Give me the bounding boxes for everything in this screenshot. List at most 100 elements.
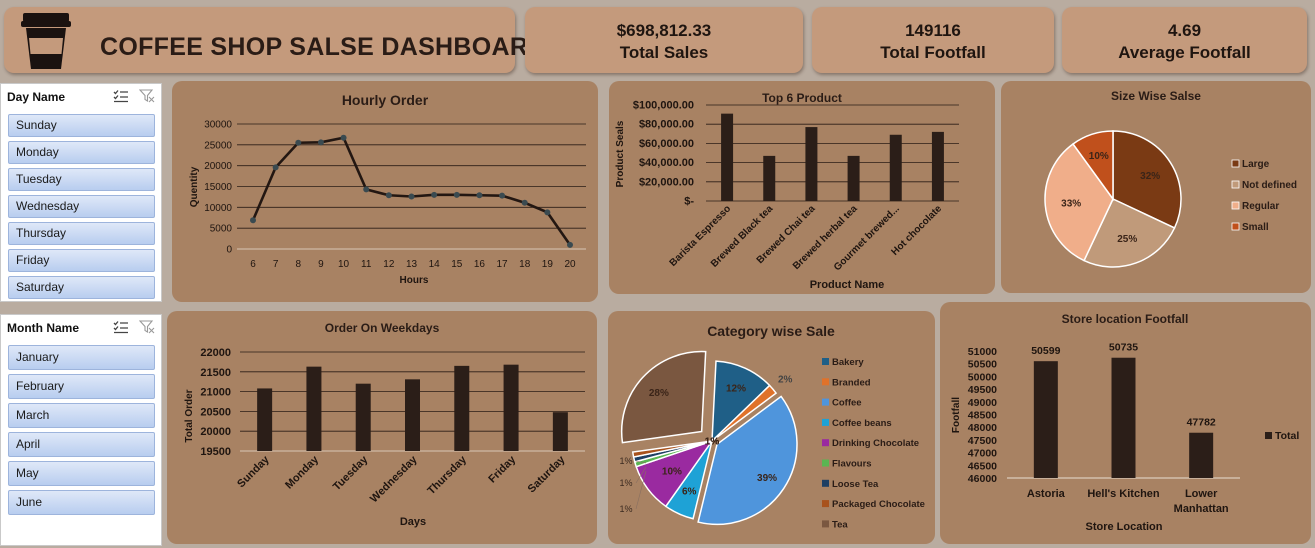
chart-title: Top 6 Product: [762, 91, 842, 105]
data-label: 6%: [682, 487, 697, 498]
legend-label: Not defined: [1242, 180, 1297, 191]
legend-label: Loose Tea: [832, 479, 879, 490]
x-tick-label: 17: [497, 259, 509, 270]
x-tick-label: 11: [361, 259, 372, 270]
multi-select-icon[interactable]: [113, 89, 129, 103]
bar: [355, 383, 371, 451]
y-tick-label: 46500: [968, 460, 997, 472]
x-tick-label: Hell's Kitchen: [1087, 488, 1160, 500]
clear-filter-icon[interactable]: [139, 320, 155, 334]
bar: [1111, 357, 1136, 478]
data-point: [272, 164, 279, 171]
x-tick-label: Saturday: [526, 453, 568, 495]
legend-swatch: [822, 398, 829, 406]
y-tick-label: 10000: [204, 203, 232, 214]
slicer-item-march[interactable]: March: [8, 403, 155, 428]
x-tick-label: 6: [250, 259, 256, 270]
hourly-order-panel: Hourly Order 0 5000 10000 15000 20000 25000 300…: [172, 81, 598, 302]
legend-swatch: [822, 459, 829, 467]
slicer-item-february[interactable]: February: [8, 374, 155, 399]
x-tick-label: 19: [542, 259, 554, 270]
x-tick-label: 18: [519, 259, 531, 270]
legend-label: Flavours: [832, 459, 872, 470]
legend-swatch: [822, 358, 829, 365]
y-tick-label: 46000: [968, 473, 997, 485]
clear-filter-icon[interactable]: [139, 89, 155, 103]
legend-swatch: [822, 520, 829, 528]
legend-swatch: [822, 439, 829, 447]
y-tick-label: 50000: [968, 371, 997, 383]
x-tick-label: Tuesday: [331, 453, 371, 493]
data-label: 25%: [1117, 234, 1137, 245]
x-tick-label: 16: [474, 259, 486, 270]
kpi-value: 149116: [905, 21, 961, 40]
y-tick-label: 49500: [968, 384, 997, 396]
legend-label: Total: [1275, 430, 1299, 442]
kpi-label: Average Footfall: [1118, 43, 1251, 62]
store-footfall-chart: Store location Footfall46000465004700047…: [951, 312, 1299, 533]
data-label: 28%: [649, 388, 669, 399]
slicer-item-may[interactable]: May: [8, 461, 155, 486]
data-label: 1%: [619, 504, 632, 514]
data-label: 1%: [619, 478, 632, 488]
bar: [405, 379, 420, 451]
bar: [1189, 432, 1214, 478]
y-axis-title: Footfall: [951, 397, 962, 433]
slicer-item-january[interactable]: January: [8, 345, 155, 370]
bar: [805, 127, 818, 201]
data-point: [363, 186, 370, 193]
slicer-item-thursday[interactable]: Thursday: [8, 222, 155, 245]
y-tick-label: 0: [226, 245, 232, 256]
multi-select-icon[interactable]: [113, 320, 129, 334]
slicer-item-wednesday[interactable]: Wednesday: [8, 195, 155, 218]
legend-swatch: [822, 500, 829, 508]
x-tick-label: 13: [406, 259, 418, 270]
bar: [257, 388, 273, 451]
legend-label: Bakery: [832, 357, 864, 368]
data-point: [340, 134, 347, 141]
top-product-panel: Top 6 Product $- $20,000.00 $40,000.00 $60,0…: [609, 81, 995, 294]
x-tick-label: Manhattan: [1174, 503, 1229, 515]
coffee-cup-icon: [21, 13, 71, 69]
month-name-slicer[interactable]: Month Name January February March April …: [0, 314, 162, 546]
y-tick-label: 21000: [200, 387, 231, 399]
data-point: [544, 209, 551, 216]
weekdays-chart: Order On Weekdays 19500 20000 20500 21000 215…: [184, 321, 585, 528]
slicer-item-april[interactable]: April: [8, 432, 155, 457]
legend-label: Tea: [832, 519, 848, 530]
series-line: [251, 136, 572, 246]
slicer-item-friday[interactable]: Friday: [8, 249, 155, 272]
data-point: [317, 139, 324, 146]
data-point: [476, 192, 483, 199]
kpi-average-footfall: 4.69 Average Footfall: [1062, 7, 1307, 73]
day-name-slicer[interactable]: Day Name Sunday Monday Tuesday Wednesday…: [0, 83, 162, 302]
data-point: [295, 139, 302, 146]
legend-label: Large: [1242, 159, 1270, 170]
slicer-item-tuesday[interactable]: Tuesday: [8, 168, 155, 191]
weekdays-panel: Order On Weekdays 19500 20000 20500 21000 215…: [167, 311, 597, 544]
y-tick-label: $100,000.00: [633, 100, 694, 112]
data-point: [385, 192, 392, 199]
data-point: [408, 193, 415, 200]
x-tick-label: 10: [338, 259, 350, 270]
data-label: 50735: [1109, 342, 1138, 354]
bar: [552, 412, 568, 451]
chart-title: Store location Footfall: [1062, 312, 1189, 326]
slicer-item-saturday[interactable]: Saturday: [8, 276, 155, 299]
legend-label: Small: [1242, 222, 1269, 233]
slicer-item-monday[interactable]: Monday: [8, 141, 155, 164]
slicer-item-june[interactable]: June: [8, 490, 155, 515]
x-tick-label: 15: [451, 259, 463, 270]
legend-label: Coffee beans: [832, 418, 892, 429]
kpi-label: Total Footfall: [880, 43, 986, 62]
y-tick-label: $60,000.00: [639, 138, 694, 150]
y-tick-label: $20,000.00: [639, 176, 694, 188]
bar: [721, 113, 734, 201]
kpi-total-footfall: 149116 Total Footfall: [812, 7, 1054, 73]
slicer-title: Day Name: [7, 90, 66, 104]
bar: [503, 364, 519, 451]
slicer-item-sunday[interactable]: Sunday: [8, 114, 155, 137]
data-point: [250, 217, 256, 224]
data-point: [431, 191, 438, 198]
category-panel: Category wise Sale 12% 2% 39% 6% 10% 1% 1% 1% 28%…: [608, 311, 935, 544]
